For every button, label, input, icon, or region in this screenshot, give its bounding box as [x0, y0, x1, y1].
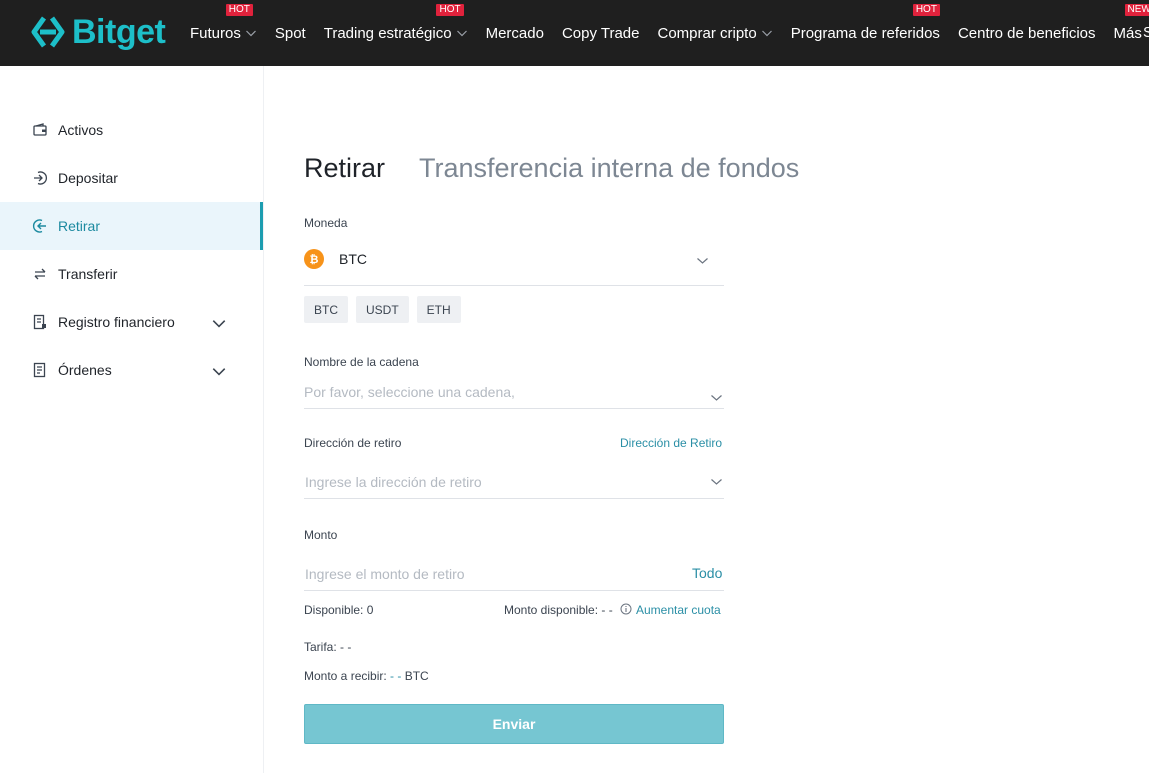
nav-item-label: Comprar cripto: [657, 24, 757, 42]
nav-item-futuros[interactable]: Futuros HOT: [190, 3, 257, 42]
chevron-down-icon: [456, 30, 467, 37]
submit-button[interactable]: Enviar: [304, 704, 724, 744]
fee-value: - -: [340, 640, 352, 654]
quota: Monto disponible: - -: [504, 603, 613, 617]
nav-item-trading-estratégico[interactable]: Trading estratégico HOT: [323, 3, 468, 42]
sidebar-item-registro-financiero[interactable]: Registro financiero: [0, 298, 263, 346]
amount-placeholder: Ingrese el monto de retiro: [305, 566, 465, 582]
chevron-down-icon: [761, 30, 772, 37]
withdraw-tabs: Retirar Transferencia interna de fondos: [304, 153, 799, 184]
nav-item-label: Mercado: [485, 24, 544, 42]
quota-label: Monto disponible:: [504, 603, 599, 617]
sidebar-item-label: Retirar: [58, 218, 101, 234]
sidebar-item-depositar[interactable]: Depositar: [0, 154, 263, 202]
nav-item-label: Futuros: [190, 24, 241, 42]
chip-eth[interactable]: ETH: [416, 296, 461, 323]
chevron-down-icon: [245, 30, 256, 37]
quota-value: - -: [601, 603, 613, 617]
brand-name: Bitget: [72, 12, 166, 51]
receive-unit: BTC: [404, 669, 429, 683]
top-navbar: Bitget Futuros HOT Spot Trading estratégico…: [0, 0, 1149, 66]
svg-text:₿: ₿: [310, 253, 319, 265]
sidebar-item-transferir[interactable]: Transferir: [0, 250, 263, 298]
receive-value: - -: [390, 669, 402, 683]
chain-placeholder: Por favor, seleccione una cadena,: [304, 384, 515, 400]
nav-item-programa-de-referidos[interactable]: Programa de referidos HOT: [790, 3, 940, 42]
sidebar: Activos Depositar Retirar Transferir Reg…: [0, 66, 264, 773]
chevron-down-icon[interactable]: [710, 475, 723, 488]
address-label: Dirección de retiro: [304, 436, 402, 450]
chevron-down-icon[interactable]: [710, 391, 723, 404]
fee-label: Tarifa:: [304, 640, 337, 654]
available-value: 0: [366, 603, 374, 617]
main-nav: Futuros HOT Spot Trading estratégico HOT Merc…: [190, 0, 1149, 66]
chip-usdt[interactable]: USDT: [356, 296, 409, 323]
chevron-down-icon: [212, 320, 226, 328]
wallet-icon: [33, 123, 47, 136]
nav-item-spot[interactable]: Spot: [275, 25, 306, 42]
coin-label: Moneda: [304, 216, 348, 230]
all-button[interactable]: Todo: [692, 565, 722, 581]
nav-badge: HOT: [225, 3, 253, 16]
increase-quota-link[interactable]: Aumentar cuota: [636, 603, 721, 617]
bitget-logo-icon: [31, 16, 65, 48]
receive-label: Monto a recibir:: [304, 669, 387, 683]
bitcoin-icon: ₿: [304, 249, 324, 269]
sidebar-item-activos[interactable]: Activos: [0, 106, 263, 154]
sidebar-item-label: Activos: [58, 122, 104, 138]
chevron-down-icon: [212, 368, 226, 376]
nav-item-label: Más: [1113, 24, 1142, 42]
chain-label: Nombre de la cadena: [304, 355, 419, 369]
deposit-icon: [34, 171, 48, 185]
coin-selected[interactable]: ₿ BTC: [304, 249, 367, 269]
nav-item-comprar-cripto[interactable]: Comprar cripto: [657, 25, 772, 42]
nav-item-label: Copy Trade: [561, 24, 640, 42]
transfer-icon: [34, 268, 46, 280]
nav-badge: HOT: [912, 3, 940, 16]
sidebar-item-label: Órdenes: [58, 362, 112, 378]
nav-badge: HOT: [436, 3, 464, 16]
coin-quick-chips: BTC USDT ETH: [304, 296, 469, 323]
withdraw-icon: [32, 219, 46, 233]
sidebar-item-label: Depositar: [58, 170, 118, 186]
tab-retirar[interactable]: Retirar: [304, 153, 385, 184]
tab-transferencia-interna[interactable]: Transferencia interna de fondos: [419, 153, 799, 184]
nav-item-label: Centro de beneficios: [957, 24, 1096, 42]
available-balance: Disponible: 0: [304, 603, 373, 617]
record-icon: [33, 314, 46, 330]
coin-select[interactable]: [304, 237, 724, 286]
nav-item-copy-trade[interactable]: Copy Trade: [562, 25, 640, 42]
sidebar-item-label: Registro financiero: [58, 314, 175, 330]
address-placeholder: Ingrese la dirección de retiro: [305, 474, 482, 490]
nav-item-label: Spot: [274, 24, 306, 42]
nav-item-label: Trading estratégico: [323, 24, 452, 42]
coin-value: BTC: [339, 251, 367, 267]
available-label: Disponible:: [304, 603, 364, 617]
brand-logo[interactable]: Bitget: [30, 12, 166, 52]
nav-item-cut[interactable]: S: [1143, 24, 1149, 41]
nav-item-centro-de-beneficios[interactable]: Centro de beneficios: [958, 25, 1096, 42]
info-icon[interactable]: [620, 603, 632, 615]
nav-item-label: Programa de referidos: [790, 24, 940, 42]
nav-badge: NEW: [1124, 3, 1149, 16]
sidebar-item-retirar[interactable]: Retirar: [0, 202, 263, 250]
sidebar-item-label: Transferir: [58, 266, 118, 282]
sidebar-item-ordenes[interactable]: Órdenes: [0, 346, 263, 394]
amount-label: Monto: [304, 528, 338, 542]
chevron-down-icon[interactable]: [696, 254, 709, 267]
receive-row: Monto a recibir: - - BTC: [304, 669, 429, 683]
chip-btc[interactable]: BTC: [304, 296, 348, 323]
nav-item-mercado[interactable]: Mercado: [486, 25, 544, 42]
address-book-link[interactable]: Dirección de Retiro: [620, 436, 722, 450]
fee-row: Tarifa: - -: [304, 640, 351, 654]
orders-icon: [33, 362, 46, 378]
